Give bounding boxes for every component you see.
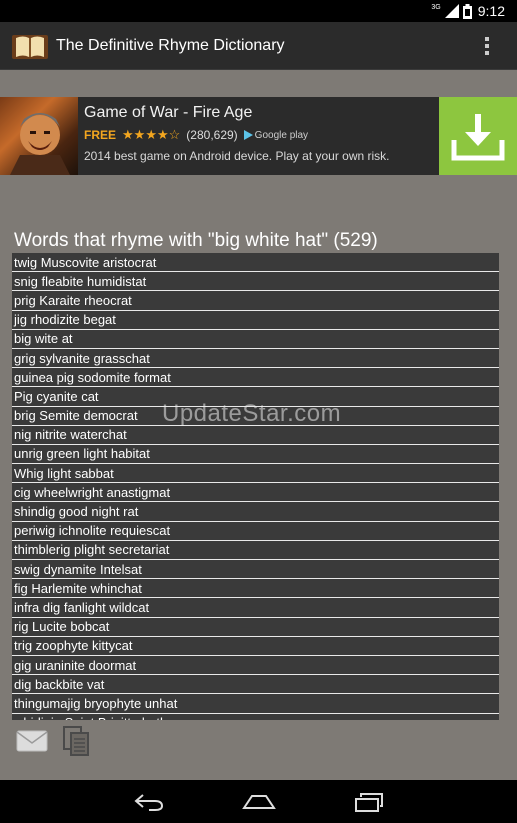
recents-button[interactable]	[349, 787, 389, 817]
ad-download-button[interactable]	[439, 97, 517, 175]
list-item[interactable]: shindig good night rat	[12, 502, 499, 522]
status-icons: 3G	[431, 3, 472, 19]
rating-stars-icon: ★★★★☆	[122, 127, 181, 142]
list-item[interactable]: grig sylvanite grasschat	[12, 348, 499, 369]
list-item[interactable]: infra dig fanlight wildcat	[12, 598, 499, 618]
google-play-badge: Google play	[243, 129, 309, 141]
list-item[interactable]: snig fleabite humidistat	[12, 272, 499, 292]
watermark: UpdateStar.com	[162, 400, 342, 427]
download-icon	[451, 114, 505, 161]
signal-icon	[444, 4, 459, 18]
ad-reviews: (280,629)	[186, 128, 238, 142]
envelope-icon	[16, 730, 48, 752]
list-item[interactable]: unrig green light habitat	[12, 444, 499, 465]
overflow-dot	[485, 36, 489, 41]
email-button[interactable]	[16, 726, 48, 756]
back-button[interactable]	[129, 787, 169, 817]
google-play-label: Google play	[254, 129, 309, 141]
book-icon[interactable]	[12, 31, 48, 61]
bottom-toolbar	[16, 726, 92, 756]
action-bar: The Definitive Rhyme Dictionary	[0, 22, 517, 70]
ad-free-label: FREE	[84, 128, 117, 142]
list-item[interactable]: swig dynamite Intelsat	[12, 560, 499, 580]
list-item[interactable]: fig Harlemite whinchat	[12, 579, 499, 599]
list-item[interactable]: dig backbite vat	[12, 675, 499, 695]
results-heading: Words that rhyme with "big white hat" (5…	[14, 230, 378, 251]
list-item[interactable]: rig Lucite bobcat	[12, 617, 499, 637]
content-area: Game of War - Fire Age FREE ★★★★☆ (280,6…	[0, 70, 517, 780]
recents-icon	[354, 792, 383, 812]
home-icon	[241, 794, 276, 809]
ad-title: Game of War - Fire Age	[84, 104, 253, 121]
list-item[interactable]: whirligig Saint Brigitte bath	[12, 713, 499, 720]
back-icon	[133, 793, 163, 811]
ad-meta: FREE ★★★★☆ (280,629) Google play	[84, 127, 433, 143]
ad-description: 2014 best game on Android device. Play a…	[84, 149, 390, 163]
list-item[interactable]: twig Muscovite aristocrat	[12, 253, 499, 273]
overflow-dot	[485, 43, 489, 48]
list-item[interactable]: jig rhodizite begat	[12, 310, 499, 330]
network-icon: 3G	[431, 3, 441, 11]
list-item[interactable]: big wite at	[12, 329, 499, 349]
status-time: 9:12	[477, 3, 505, 19]
list-item[interactable]: nig nitrite waterchat	[12, 425, 499, 445]
list-item[interactable]: periwig ichnolite requiescat	[12, 521, 499, 541]
copy-button[interactable]	[60, 726, 92, 756]
ad-game-image[interactable]	[0, 97, 78, 175]
list-item[interactable]: thingumajig bryophyte unhat	[12, 694, 499, 714]
list-item[interactable]: thimblerig plight secretariat	[12, 540, 499, 560]
warrior-image-icon	[10, 113, 70, 175]
home-button[interactable]	[239, 787, 279, 817]
ad-banner[interactable]: Game of War - Fire Age FREE ★★★★☆ (280,6…	[0, 97, 517, 175]
ad-text: Game of War - Fire Age FREE ★★★★☆ (280,6…	[78, 97, 439, 175]
battery-icon	[462, 3, 472, 19]
play-triangle-icon	[243, 130, 253, 140]
overflow-dot	[485, 50, 489, 55]
list-item[interactable]: cig wheelwright anastigmat	[12, 483, 499, 503]
rhyme-list[interactable]: twig Muscovite aristocrat snig fleabite h…	[12, 253, 499, 720]
list-item[interactable]: Whig light sabbat	[12, 464, 499, 484]
status-bar: 3G 9:12	[0, 0, 517, 22]
list-item[interactable]: guinea pig sodomite format	[12, 368, 499, 388]
list-item[interactable]: trig zoophyte kittycat	[12, 636, 499, 656]
list-item[interactable]: gig uraninite doormat	[12, 655, 499, 676]
list-item[interactable]: prig Karaite rheocrat	[12, 291, 499, 311]
app-title: The Definitive Rhyme Dictionary	[56, 36, 285, 54]
navigation-bar	[0, 780, 517, 823]
overflow-menu-button[interactable]	[469, 26, 505, 66]
copy-icon	[63, 726, 89, 756]
